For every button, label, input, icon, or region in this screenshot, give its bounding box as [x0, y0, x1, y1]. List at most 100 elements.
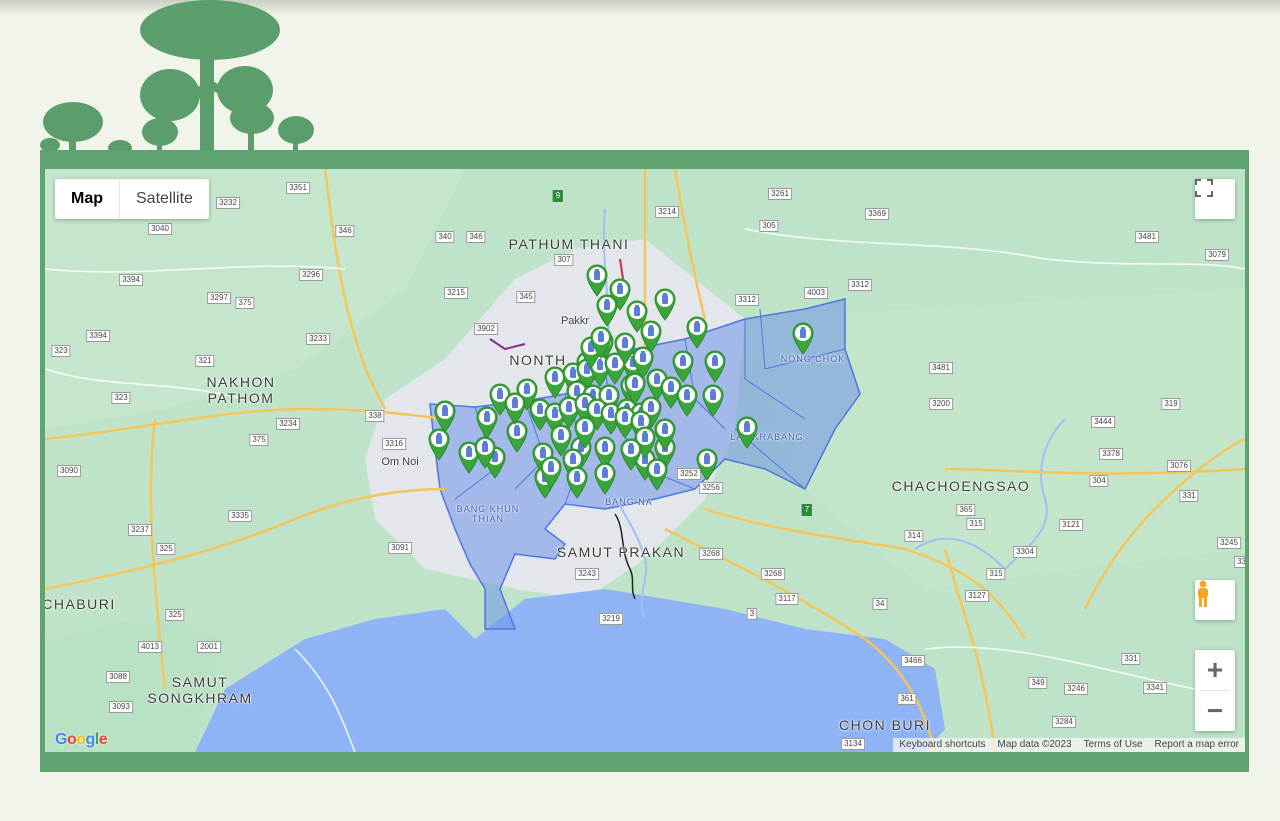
water-station-marker[interactable]: [538, 455, 564, 489]
route-shield: 4003: [804, 287, 828, 299]
water-station-icon: [540, 456, 562, 489]
water-station-marker[interactable]: [734, 415, 760, 449]
street-view-pegman[interactable]: [1195, 580, 1235, 620]
route-shield: 3219: [599, 613, 623, 625]
route-shield: 346: [466, 231, 486, 243]
route-shield: 3093: [109, 701, 133, 713]
map-button[interactable]: Map: [55, 179, 120, 219]
water-station-marker[interactable]: [618, 437, 644, 471]
water-station-marker[interactable]: [674, 383, 700, 417]
route-shield: 3481: [1135, 231, 1159, 243]
route-shield: 3351: [286, 182, 310, 194]
route-shield: 3237: [128, 524, 152, 536]
water-station-icon: [614, 332, 636, 365]
zoom-out-button[interactable]: −: [1195, 691, 1235, 731]
route-shield: 3: [746, 608, 758, 620]
satellite-button[interactable]: Satellite: [120, 179, 209, 219]
report-error-link[interactable]: Report a map error: [1149, 738, 1245, 752]
route-shield: 3378: [1099, 448, 1123, 460]
route-shield: 307: [554, 254, 574, 266]
water-station-marker[interactable]: [694, 447, 720, 481]
water-station-marker[interactable]: [572, 415, 598, 449]
route-shield: 3394: [119, 274, 143, 286]
route-shield: 3902: [474, 323, 498, 335]
route-shield: 319: [1161, 398, 1181, 410]
water-station-marker[interactable]: [702, 349, 728, 383]
water-station-icon: [696, 448, 718, 481]
water-station-icon: [566, 466, 588, 499]
water-station-icon: [686, 316, 708, 349]
water-station-marker[interactable]: [652, 417, 678, 451]
route-shield: 325: [165, 609, 185, 621]
route-shield: 375: [249, 434, 269, 446]
route-shield: 3316: [382, 438, 406, 450]
route-shield: 349: [1028, 677, 1048, 689]
place-label: NAKHON PATHOM: [206, 374, 276, 406]
pegman-icon: [1198, 580, 1208, 607]
water-station-icon: [654, 418, 676, 451]
route-shield: 3466: [901, 655, 925, 667]
trees-illustration: [40, 0, 314, 152]
route-shield: 321: [195, 355, 215, 367]
water-station-marker[interactable]: [790, 321, 816, 355]
water-station-icon: [676, 384, 698, 417]
route-shield: 3243: [575, 568, 599, 580]
water-station-marker[interactable]: [684, 315, 710, 349]
place-label: SAMUT PRAKAN: [556, 544, 686, 560]
water-station-icon: [476, 406, 498, 439]
fullscreen-button[interactable]: [1195, 179, 1235, 219]
place-label: CHON BURI: [838, 717, 932, 733]
route-shield: 3233: [306, 333, 330, 345]
water-station-icon: [590, 326, 612, 359]
route-shield: 3091: [388, 542, 412, 554]
attribution-bar: Keyboard shortcuts Map data ©2023 Terms …: [893, 738, 1245, 752]
water-station-marker[interactable]: [652, 287, 678, 321]
route-shield: 304: [1089, 475, 1109, 487]
zoom-in-button[interactable]: +: [1195, 650, 1235, 690]
place-label: Om Noi: [381, 456, 419, 468]
water-station-marker[interactable]: [426, 427, 452, 461]
route-shield: 3079: [1205, 249, 1229, 261]
route-shield: 7: [801, 504, 813, 516]
water-station-marker[interactable]: [592, 461, 618, 495]
place-label: Pakkr: [560, 315, 590, 327]
route-shield: 3481: [929, 362, 953, 374]
water-station-marker[interactable]: [700, 383, 726, 417]
water-station-marker[interactable]: [472, 435, 498, 469]
zoom-control: + −: [1195, 650, 1235, 731]
route-shield: 3256: [699, 482, 723, 494]
keyboard-shortcuts-link[interactable]: Keyboard shortcuts: [893, 738, 991, 752]
water-station-icon: [646, 458, 668, 491]
water-station-marker[interactable]: [564, 465, 590, 499]
water-station-marker[interactable]: [644, 457, 670, 491]
route-shield: 2001: [197, 641, 221, 653]
terms-link[interactable]: Terms of Use: [1078, 738, 1149, 752]
water-station-icon: [504, 392, 526, 425]
place-label: PATHUM THANI: [508, 236, 630, 252]
water-station-marker[interactable]: [588, 325, 614, 359]
water-station-marker[interactable]: [594, 293, 620, 327]
place-label: CHABURI: [45, 596, 116, 612]
map[interactable]: PATHUM THANI NONTH NAKHON PATHOM CHACHOE…: [45, 169, 1245, 752]
map-type-control: Map Satellite: [55, 179, 209, 219]
route-shield: 3117: [775, 593, 799, 605]
water-station-marker[interactable]: [474, 405, 500, 439]
water-station-icon: [736, 416, 758, 449]
route-shield: 3076: [1167, 460, 1191, 472]
route-shield: 3268: [761, 568, 785, 580]
water-station-icon: [792, 322, 814, 355]
route-shield: 3040: [148, 223, 172, 235]
fullscreen-icon: [1195, 179, 1213, 197]
route-shield: 3303: [1234, 556, 1245, 568]
route-shield: 3369: [865, 208, 889, 220]
water-station-icon: [428, 428, 450, 461]
route-shield: 3090: [57, 465, 81, 477]
map-data-text: Map data ©2023: [997, 739, 1072, 750]
route-shield: 3335: [228, 510, 252, 522]
route-shield: 325: [156, 543, 176, 555]
route-shield: 340: [435, 231, 455, 243]
water-station-marker[interactable]: [612, 331, 638, 365]
route-shield: 375: [235, 297, 255, 309]
water-station-marker[interactable]: [502, 391, 528, 425]
route-shield: 3341: [1143, 682, 1167, 694]
